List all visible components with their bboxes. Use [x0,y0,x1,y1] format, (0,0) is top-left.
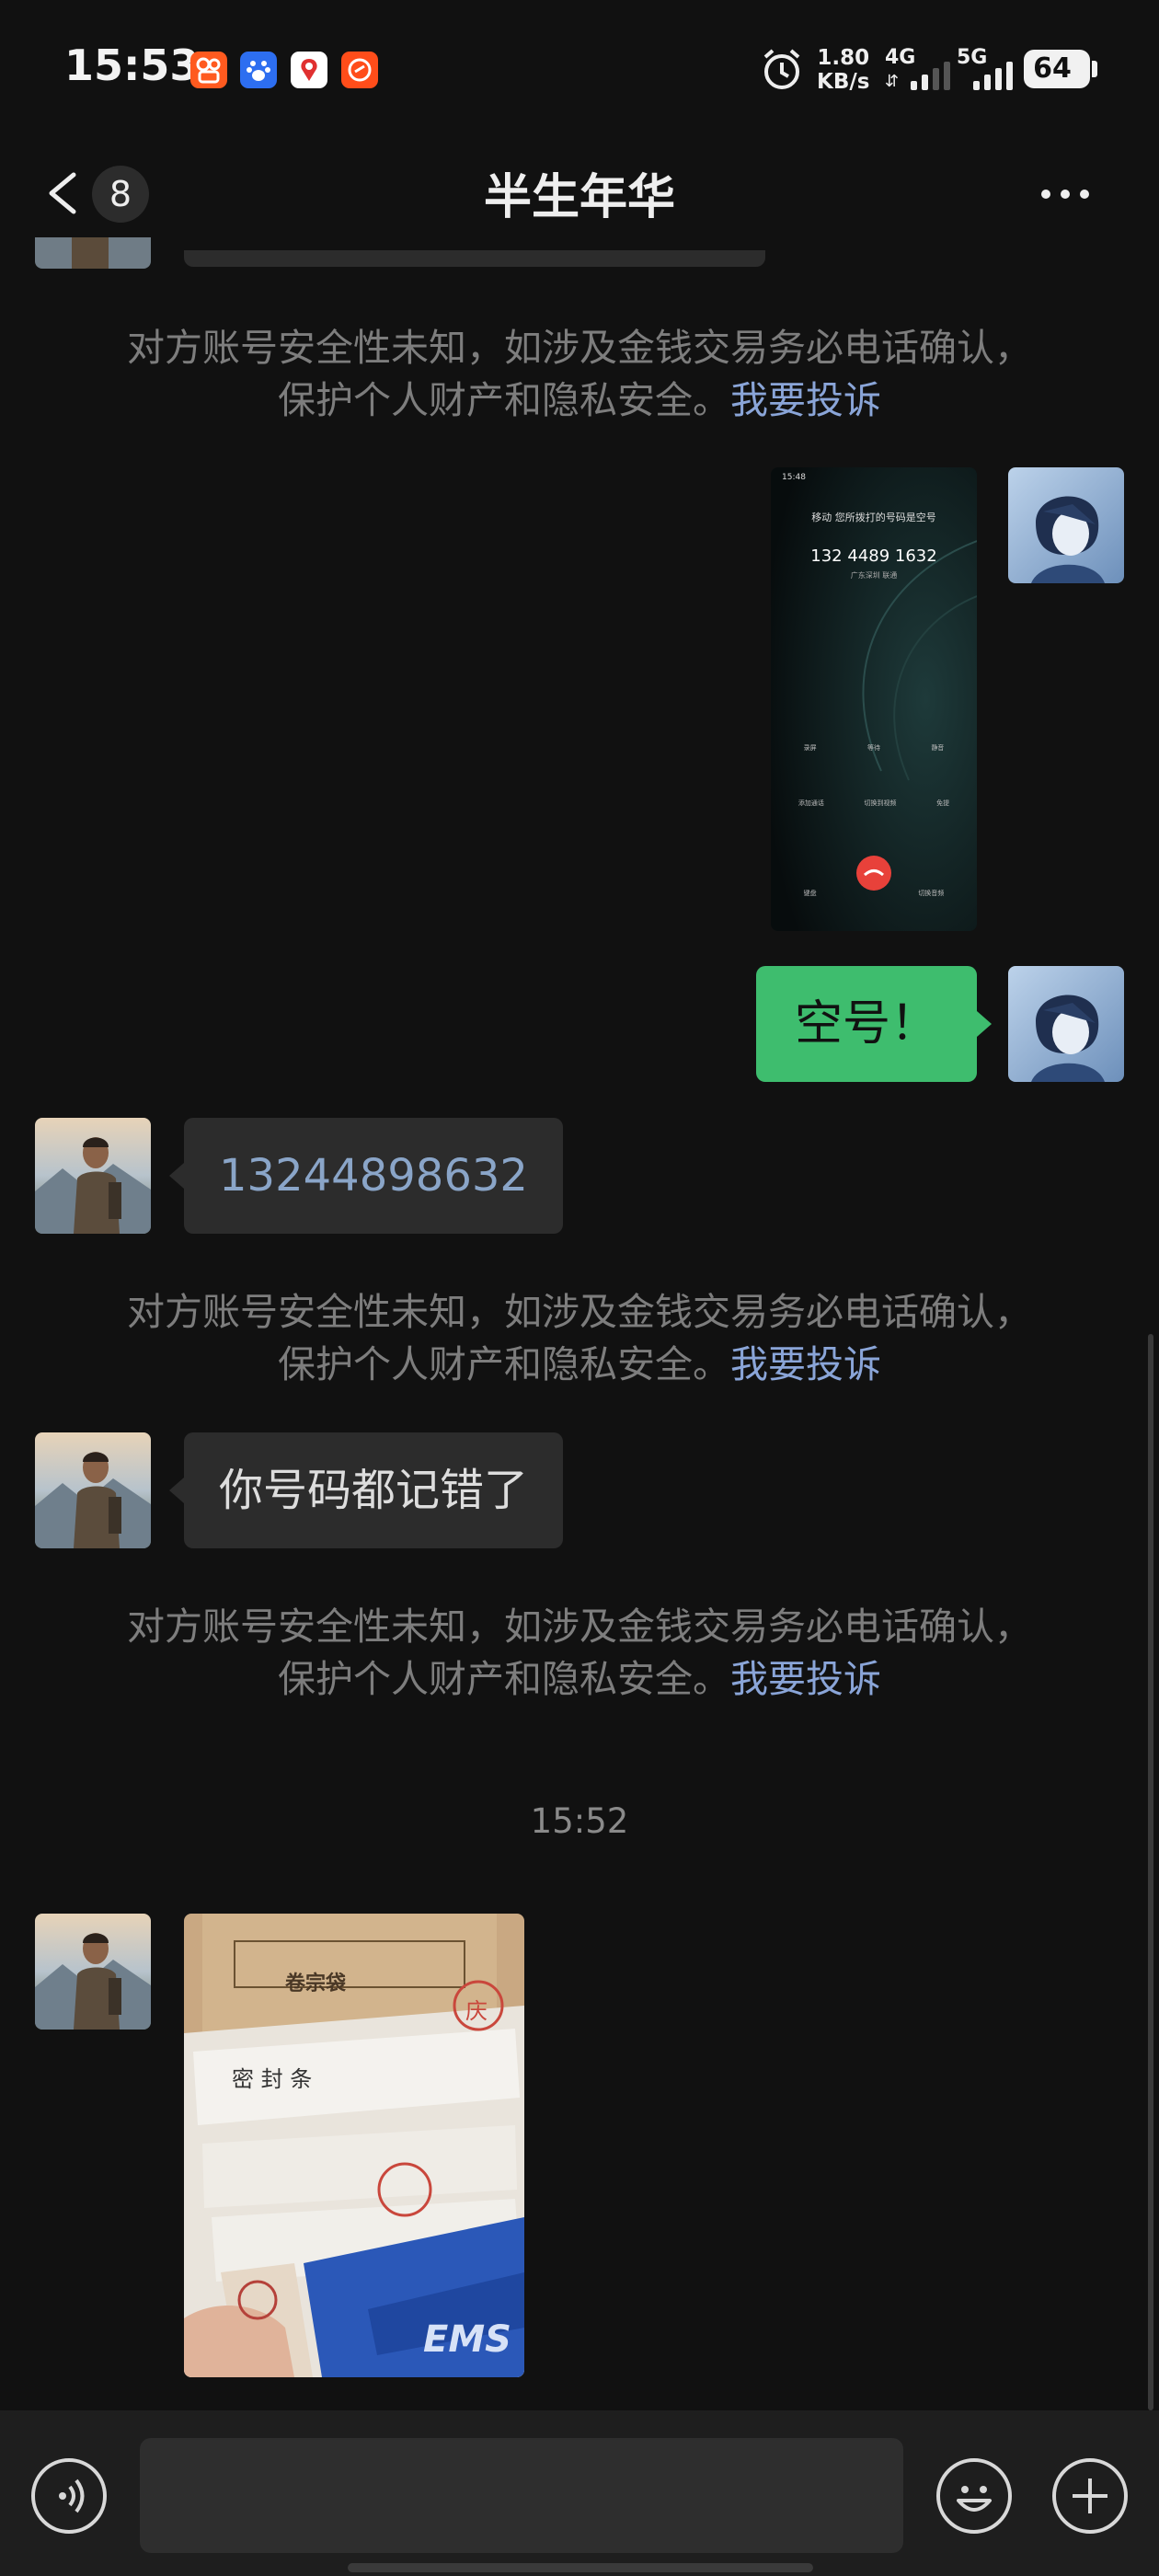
sim1-signal-icon [911,57,950,90]
more-dot-icon [1041,190,1050,199]
voice-input-button[interactable] [31,2458,107,2534]
bubble-tail [977,1011,992,1037]
alarm-icon [760,46,804,96]
warning-line-2: 保护个人财产和隐私安全。 [278,1342,730,1386]
thumb-btn: 免提 [936,799,950,807]
warning-line-2: 保护个人财产和隐私安全。 [278,1657,730,1701]
scrollbar[interactable] [1148,1334,1153,2410]
bubble-tail [169,1478,184,1503]
my-avatar[interactable] [1008,966,1124,1082]
more-functions-button[interactable] [1052,2458,1128,2534]
voice-icon [59,2478,85,2513]
call-screenshot-image[interactable]: 15:48 移动 您所拨打的号码是空号 132 4489 1632 广东深圳 联… [771,467,977,931]
thumb-btn: 等待 [866,744,880,752]
report-link[interactable]: 我要投诉 [730,378,881,422]
contact-avatar[interactable] [35,1914,151,2030]
my-avatar[interactable] [1008,467,1124,583]
sent-message-bubble[interactable]: 空号！ [755,966,977,1082]
call-screen-background [771,467,977,931]
photo-brand-label: EMS [423,2318,511,2361]
thumb-dialed-number: 132 4489 1632 [810,546,937,566]
net-speed-value: 1.80 [817,46,870,70]
bubble-tail [169,1163,184,1189]
message-bubble-partial[interactable] [184,250,765,267]
shop-app-icon [341,52,378,88]
message-input[interactable] [140,2438,903,2553]
photo-top-label: 卷宗袋 [285,1972,347,1995]
status-time: 15:53 [64,40,200,90]
maps-app-icon [291,52,327,88]
emoji-icon [957,2486,992,2512]
plus-icon [1073,2478,1107,2513]
kuaishou-app-icon [190,52,227,88]
received-message-bubble[interactable]: 你号码都记错了 [184,1432,564,1548]
thumb-btn: 录屏 [803,744,817,752]
security-warning: 对方账号安全性未知，如涉及金钱交易务必电话确认， 保护个人财产和隐私安全。我要投… [0,1601,1159,1706]
photo-stamp-label: 庆 [465,1998,488,2024]
emoji-button[interactable] [936,2458,1012,2534]
avatar-partial[interactable] [35,237,151,269]
home-indicator[interactable] [348,2563,813,2572]
warning-line-2: 保护个人财产和隐私安全。 [278,378,730,422]
status-bar: 15:53 1.80 KB/s 4G ⇵ 5G 64 [0,0,1159,138]
warning-line-1: 对方账号安全性未知，如涉及金钱交易务必电话确认， [127,1604,1032,1649]
document-envelope-photo [184,1914,524,2377]
warning-line-1: 对方账号安全性未知，如涉及金钱交易务必电话确认， [127,326,1032,370]
thumb-buttons-row1: 录屏 等待 静音 [778,743,970,753]
more-dot-icon [1061,190,1070,199]
report-link[interactable]: 我要投诉 [730,1657,881,1701]
chat-title: 半生年华 [483,170,675,225]
contact-avatar[interactable] [35,1432,151,1548]
received-photo[interactable]: 卷宗袋 密 封 条 庆 EMS [184,1914,524,2377]
thumb-btn: 添加通话 [798,799,824,807]
received-number-bubble[interactable]: 13244898632 [184,1118,563,1234]
security-warning: 对方账号安全性未知，如涉及金钱交易务必电话确认， 保护个人财产和隐私安全。我要投… [0,1286,1159,1391]
sim2-signal-icon [973,57,1013,90]
thumb-buttons-row2: 添加通话 切换到视频 免提 [778,799,970,808]
thumb-btn: 静音 [931,744,945,752]
data-arrows-icon: ⇵ [885,72,900,91]
thumb-btn: 键盘 [803,890,817,897]
contact-avatar[interactable] [35,1118,151,1234]
baidu-app-icon [240,52,277,88]
thumb-btn: 切换到视频 [864,799,897,807]
network-speed: 1.80 KB/s [817,46,869,94]
thumb-location: 广东深圳 联通 [850,571,898,580]
more-options-button[interactable] [1041,184,1115,204]
more-dot-icon [1080,190,1089,199]
report-link[interactable]: 我要投诉 [730,1342,881,1386]
message-timestamp: 15:52 [530,1801,629,1841]
net-speed-unit: KB/s [817,70,870,94]
thumb-caller-line: 移动 您所拨打的号码是空号 [811,512,936,523]
battery-level: 64 [1033,52,1072,85]
thumb-buttons-row3: 键盘 切换音频 [778,889,970,898]
security-warning: 对方账号安全性未知，如涉及金钱交易务必电话确认， 保护个人财产和隐私安全。我要投… [0,322,1159,427]
battery-cap [1092,61,1097,77]
warning-line-1: 对方账号安全性未知，如涉及金钱交易务必电话确认， [127,1290,1032,1334]
thumb-status-time: 15:48 [782,473,806,482]
photo-seal-label: 密 封 条 [232,2066,313,2092]
thumb-btn: 切换音频 [918,890,945,897]
